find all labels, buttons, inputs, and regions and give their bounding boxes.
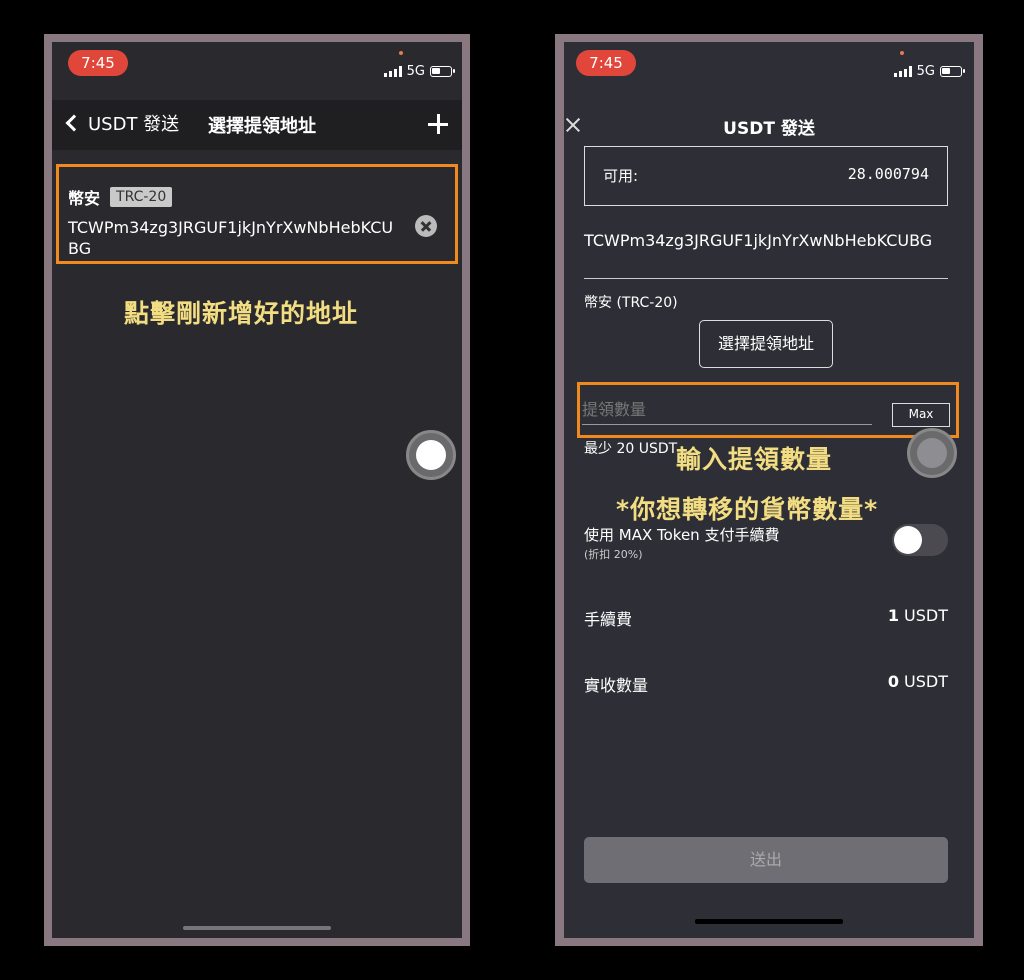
battery-icon [940,66,965,77]
max-button[interactable]: Max [892,403,950,427]
back-label: USDT 發送 [88,114,180,135]
address-name-row: 幣安 TRC-20 [68,185,173,209]
address-network-label: 幣安 (TRC-20) [584,295,678,311]
fee-unit: USDT [898,606,948,625]
receive-unit: USDT [898,672,948,691]
address-list-item[interactable]: 幣安 TRC-20 TCWPm34zg3JRGUF1jkJnYrXwNbHebK… [56,164,458,264]
max-token-discount-note: (折扣 20%) [584,548,643,561]
address-text: TCWPm34zg3JRGUF1jkJnYrXwNbHebKCUBG [68,218,394,258]
chevron-left-icon [65,114,83,132]
assistive-touch-icon [917,438,947,468]
status-indicators: 5G [383,64,455,79]
select-address-button[interactable]: 選擇提領地址 [699,320,833,368]
max-token-fee-toggle[interactable] [892,524,948,556]
fee-label: 手續費 [584,610,633,629]
toggle-knob [894,526,922,554]
right-phone-frame: 7:45 5G USDT 發送 可用: 28.000794 TCWPm34zg3… [555,34,983,946]
minimum-amount-note: 最少 20 USDT [584,441,678,457]
available-label: 可用: [603,167,639,185]
signal-icon [383,66,402,77]
camera-indicator [399,51,403,55]
home-indicator [695,919,843,924]
left-phone-frame: 7:45 5G USDT 發送 選擇提領地址 幣安 TRC-20 TCWPm34… [44,34,470,946]
assistive-touch-button[interactable] [406,430,456,480]
fee-value: 1 USDT [888,606,948,625]
status-bar: 7:45 5G [564,42,974,94]
home-indicator [183,926,331,930]
signal-icon [893,66,912,77]
instruction-annotation: 點擊剛新增好的地址 [124,299,359,328]
receive-value: 0 USDT [888,672,948,691]
available-balance-box: 可用: 28.000794 [584,146,948,206]
delete-address-icon[interactable] [415,215,437,237]
amount-field-highlight: Max [577,382,959,438]
back-button[interactable]: USDT 發送 [64,110,179,136]
battery-icon [430,66,455,77]
withdraw-address: TCWPm34zg3JRGUF1jkJnYrXwNbHebKCUBG [584,231,933,250]
address-name: 幣安 [68,189,101,208]
submit-button[interactable]: 送出 [584,837,948,883]
fee-amount: 1 [887,606,899,625]
network-tag: TRC-20 [110,187,173,207]
status-time: 7:45 [576,50,636,76]
status-bar: 7:45 5G [52,42,462,94]
network-type: 5G [916,64,935,79]
network-type: 5G [406,64,425,79]
amount-annotation: 輸入提領數量 [676,445,833,474]
status-indicators: 5G [893,64,965,79]
receive-label: 實收數量 [584,676,649,695]
left-phone-screen: 7:45 5G USDT 發送 選擇提領地址 幣安 TRC-20 TCWPm34… [52,42,462,938]
add-address-icon[interactable] [428,114,448,134]
right-phone-screen: 7:45 5G USDT 發送 可用: 28.000794 TCWPm34zg3… [564,42,974,938]
page-title: 選擇提領地址 [208,116,316,137]
assistive-touch-button[interactable] [907,428,957,478]
available-value: 28.000794 [847,165,929,183]
amount-input[interactable] [582,395,872,425]
receive-amount: 0 [887,672,899,691]
nav-bar: USDT 發送 選擇提領地址 [52,100,462,150]
page-title: USDT 發送 [723,119,815,139]
amount-annotation-detail: *你想轉移的貨幣數量* [616,495,879,524]
status-time: 7:45 [68,50,128,76]
address-divider [584,278,948,279]
camera-indicator [900,51,904,55]
assistive-touch-icon [416,440,446,470]
max-token-fee-label: 使用 MAX Token 支付手續費 [584,526,780,544]
